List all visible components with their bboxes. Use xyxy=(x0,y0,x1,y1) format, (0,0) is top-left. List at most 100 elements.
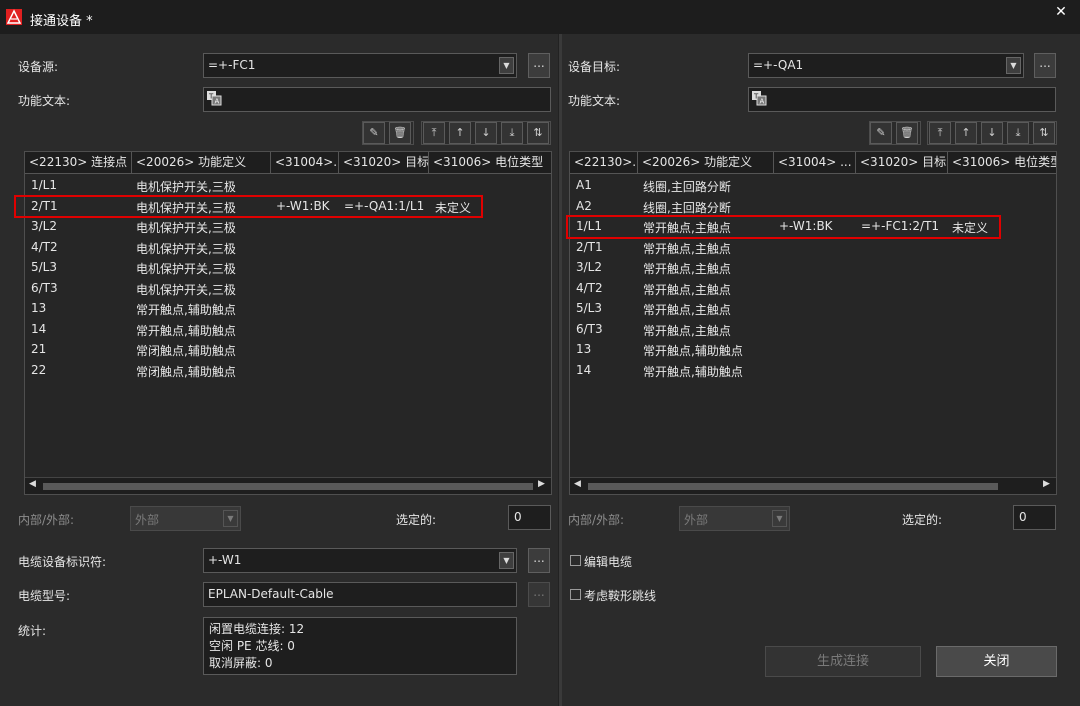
sort-icon[interactable]: ⇅ xyxy=(1033,122,1055,144)
left-col-header[interactable]: <31006> 电位类型 xyxy=(429,152,551,174)
left-col-header[interactable]: <20026> 功能定义 xyxy=(132,152,271,174)
right-horizontal-scrollbar[interactable]: ◀ ▶ xyxy=(570,477,1056,494)
arrow-down-icon[interactable]: ↓ xyxy=(475,122,497,144)
table-row[interactable]: 13 常开触点,辅助触点 xyxy=(570,340,1056,360)
left-col-header[interactable]: <31020> 目标 xyxy=(339,152,429,174)
pencil-icon[interactable]: ✎ xyxy=(363,122,385,144)
table-cell: 常开触点,辅助触点 xyxy=(643,344,743,358)
table-cell: 常开触点,辅助触点 xyxy=(643,364,743,379)
table-cell: 5/L3 xyxy=(31,260,57,274)
chevron-down-icon[interactable]: ▼ xyxy=(499,552,514,569)
window-title: 接通设备 * xyxy=(30,14,93,29)
chevron-down-icon[interactable]: ▼ xyxy=(1006,57,1021,74)
cable-id-combo[interactable]: +-W1 ▼ xyxy=(203,548,517,573)
target-browse-button[interactable]: ... xyxy=(1034,53,1056,78)
table-row[interactable]: 22 常闭触点,辅助触点 xyxy=(25,361,551,381)
table-row[interactable]: 14 常开触点,辅助触点 xyxy=(570,361,1056,381)
selected-count-left[interactable]: 0 xyxy=(508,505,551,530)
svg-text:T: T xyxy=(753,93,759,101)
table-cell: 电机保护开关,三极 xyxy=(136,241,236,256)
right-col-header[interactable]: <31004> ... xyxy=(774,152,856,174)
edit-cable-checkbox[interactable] xyxy=(570,555,581,566)
table-row[interactable]: 14 常开触点,辅助触点 xyxy=(25,320,551,340)
scroll-thumb[interactable] xyxy=(588,483,998,490)
table-cell: 4/T2 xyxy=(576,280,603,295)
table-cell: 4/T2 xyxy=(31,239,58,254)
stats-box: 闲置电缆连接: 12 空闲 PE 芯线: 0 取消屏蔽: 0 xyxy=(203,617,517,675)
trash-icon[interactable]: 🗑 xyxy=(389,122,411,144)
func-text-label-left: 功能文本: xyxy=(18,94,71,108)
eplan-logo-icon xyxy=(6,9,22,25)
selected-label-right: 选定的: xyxy=(902,513,943,527)
pane-splitter[interactable] xyxy=(558,34,562,706)
right-connection-table[interactable]: <22130>... <20026> 功能定义 <31004> ... <310… xyxy=(569,151,1057,495)
table-row[interactable]: 5/L3 电机保护开关,三极 xyxy=(25,258,551,278)
func-text-field-right[interactable]: TA xyxy=(748,87,1056,112)
scroll-left-icon[interactable]: ◀ xyxy=(574,479,581,489)
table-row[interactable]: 4/T2 电机保护开关,三极 xyxy=(25,238,551,258)
source-browse-button[interactable]: ... xyxy=(528,53,550,78)
sort-icon[interactable]: ⇅ xyxy=(527,122,549,144)
target-combo[interactable]: =+-QA1 ▼ xyxy=(748,53,1024,78)
table-row[interactable]: 5/L3 常开触点,主触点 xyxy=(570,299,1056,319)
target-label: 设备目标: xyxy=(568,60,621,74)
highlight-box-left xyxy=(14,195,483,218)
arrow-up-icon[interactable]: ↑ xyxy=(955,122,977,144)
right-col-header[interactable]: <20026> 功能定义 xyxy=(638,152,774,174)
table-cell: 6/T3 xyxy=(31,280,58,295)
cable-id-browse-button[interactable]: ... xyxy=(528,548,550,573)
table-cell: 3/L2 xyxy=(576,260,602,274)
left-col-header[interactable]: <31004>... xyxy=(271,152,339,174)
scroll-right-icon[interactable]: ▶ xyxy=(538,479,545,489)
scroll-thumb[interactable] xyxy=(43,483,533,490)
inout-combo-left: 外部 ▼ xyxy=(130,506,241,531)
left-col-header[interactable]: <22130> 连接点 xyxy=(25,152,132,174)
left-horizontal-scrollbar[interactable]: ◀ ▶ xyxy=(25,477,551,494)
pencil-icon[interactable]: ✎ xyxy=(870,122,892,144)
scroll-right-icon[interactable]: ▶ xyxy=(1043,479,1050,489)
inout-label-left: 内部/外部: xyxy=(18,513,75,527)
close-button[interactable]: 关闭 xyxy=(936,646,1057,677)
close-icon[interactable]: ✕ xyxy=(1052,3,1070,21)
source-combo[interactable]: =+-FC1 ▼ xyxy=(203,53,517,78)
table-row[interactable]: 6/T3 常开触点,主触点 xyxy=(570,320,1056,340)
table-row[interactable]: 1/L1 电机保护开关,三极 xyxy=(25,176,551,196)
right-col-header[interactable]: <31006> 电位类型 xyxy=(948,152,1056,174)
selected-count-right[interactable]: 0 xyxy=(1013,505,1056,530)
move-to-bottom-icon[interactable]: ⤓ xyxy=(501,122,523,144)
table-row[interactable]: 4/T2 常开触点,主触点 xyxy=(570,279,1056,299)
table-row[interactable]: A2 线圈,主回路分断 xyxy=(570,197,1056,217)
arrow-down-icon[interactable]: ↓ xyxy=(981,122,1003,144)
move-to-bottom-icon[interactable]: ⤓ xyxy=(1007,122,1029,144)
table-row[interactable]: 2/T1 常开触点,主触点 xyxy=(570,238,1056,258)
move-to-top-icon[interactable]: ⤒ xyxy=(423,122,445,144)
table-cell: 线圈,主回路分断 xyxy=(643,180,731,194)
table-row[interactable]: A1 线圈,主回路分断 xyxy=(570,176,1056,196)
cable-type-field[interactable]: EPLAN-Default-Cable xyxy=(203,582,517,607)
chevron-down-icon: ▼ xyxy=(772,510,787,527)
table-row[interactable]: 6/T3 电机保护开关,三极 xyxy=(25,279,551,299)
table-row[interactable]: 3/L2 电机保护开关,三极 xyxy=(25,217,551,237)
move-to-top-icon[interactable]: ⤒ xyxy=(929,122,951,144)
cable-type-label: 电缆型号: xyxy=(18,589,71,603)
right-col-header[interactable]: <22130>... xyxy=(570,152,638,174)
saddle-jumper-label[interactable]: 考虑鞍形跳线 xyxy=(584,587,656,604)
table-cell: 13 xyxy=(576,342,592,356)
generate-connection-button[interactable]: 生成连接 xyxy=(765,646,921,677)
right-col-header[interactable]: <31020> 目标 xyxy=(856,152,948,174)
table-cell: 电机保护开关,三极 xyxy=(136,282,236,297)
table-cell: A2 xyxy=(576,198,592,213)
stats-line: 空闲 PE 芯线: 0 xyxy=(209,639,295,653)
arrow-up-icon[interactable]: ↑ xyxy=(449,122,471,144)
scroll-left-icon[interactable]: ◀ xyxy=(29,479,36,489)
trash-icon[interactable]: 🗑 xyxy=(896,122,918,144)
table-row[interactable]: 3/L2 常开触点,主触点 xyxy=(570,258,1056,278)
table-row[interactable]: 21 常闭触点,辅助触点 xyxy=(25,340,551,360)
table-row[interactable]: 13 常开触点,辅助触点 xyxy=(25,299,551,319)
table-cell: 常开触点,主触点 xyxy=(643,262,731,276)
edit-cable-label[interactable]: 编辑电缆 xyxy=(584,553,632,570)
svg-text:A: A xyxy=(760,98,765,106)
func-text-field-left[interactable]: TA xyxy=(203,87,551,112)
saddle-jumper-checkbox[interactable] xyxy=(570,589,581,600)
chevron-down-icon[interactable]: ▼ xyxy=(499,57,514,74)
